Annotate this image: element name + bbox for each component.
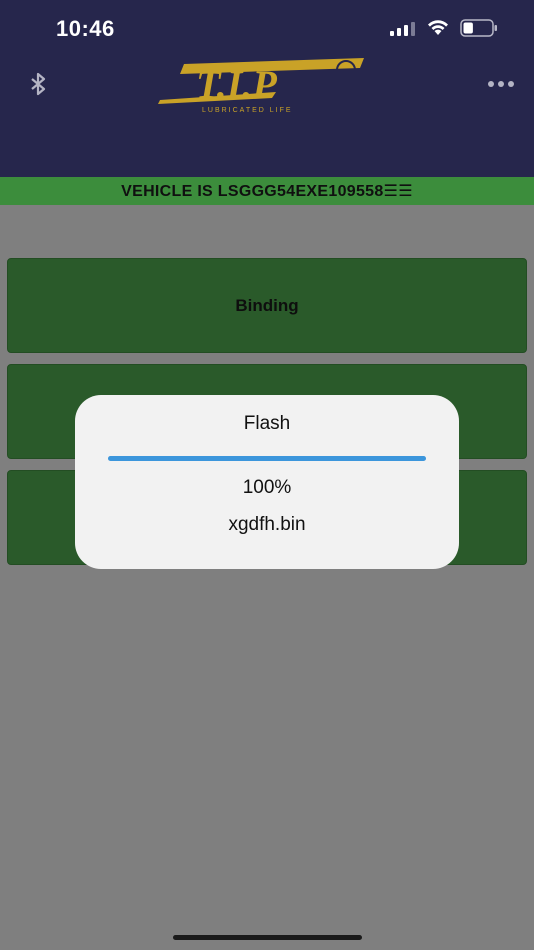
status-time: 10:46 <box>56 16 115 41</box>
progress-percent: 100% <box>242 477 292 498</box>
app-header: 10:46 T.I.P LUBRICATED LIFE <box>0 0 534 177</box>
bluetooth-icon[interactable] <box>24 70 52 98</box>
home-indicator[interactable] <box>173 935 362 940</box>
main-content: Binding <box>0 205 534 950</box>
flash-progress-bar <box>108 456 426 461</box>
binding-button[interactable]: Binding <box>7 258 527 353</box>
app-logo: T.I.P LUBRICATED LIFE <box>156 50 378 116</box>
app-screen: 10:46 T.I.P LUBRICATED LIFE VEHICLE IS L… <box>0 0 534 950</box>
binding-button-label: Binding <box>235 295 299 315</box>
progress-fill <box>108 456 426 461</box>
more-dots-icon[interactable] <box>486 74 516 94</box>
wifi-icon <box>428 20 448 35</box>
vehicle-bar: VEHICLE IS LSGGG54EXE109558☰☰ <box>0 177 534 205</box>
dialog-title: Flash <box>243 413 291 434</box>
cellular-signal-icon <box>390 22 415 36</box>
logo-tagline: LUBRICATED LIFE <box>202 107 293 114</box>
battery-icon <box>460 19 497 37</box>
flash-progress-dialog: Flash 100% xgdfh.bin <box>75 395 459 569</box>
vehicle-id-text: VEHICLE IS LSGGG54EXE109558☰☰ <box>121 183 413 200</box>
status-bar: 10:46 <box>0 0 534 56</box>
flash-filename: xgdfh.bin <box>228 514 306 535</box>
